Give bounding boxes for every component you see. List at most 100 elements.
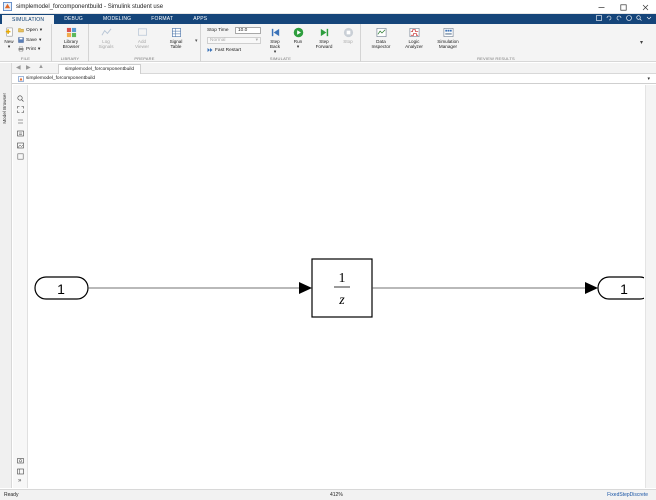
undo-icon[interactable] <box>606 15 612 21</box>
simulate-group-label: SIMULATE <box>269 56 292 61</box>
model-browser-label: Model Browser <box>2 93 7 124</box>
inport-block[interactable]: 1 <box>34 276 89 300</box>
logic-analyzer-button[interactable]: Logic Analyzer <box>402 27 426 49</box>
model-tab[interactable]: simplemodel_forcomponentbuild <box>58 64 142 74</box>
simulation-mode-select[interactable]: Normal ▾ <box>207 37 261 44</box>
open-button[interactable]: Open ▾ <box>18 27 42 33</box>
maximize-button[interactable] <box>612 0 634 14</box>
chevron-down-icon[interactable]: ▾ <box>647 76 650 82</box>
review-results-group-label: REVIEW RESULTS <box>477 56 515 61</box>
log-signals-icon <box>101 28 111 36</box>
close-icon <box>642 4 648 10</box>
signal-table-icon <box>171 28 181 37</box>
stop-icon <box>343 27 353 38</box>
maximize-icon <box>619 3 627 11</box>
tab-apps[interactable]: APPS <box>183 14 217 24</box>
model-browser-strip[interactable]: Model Browser <box>0 63 12 488</box>
signal-line-out[interactable] <box>372 282 598 294</box>
up-arrow-icon[interactable]: ▲ <box>38 64 44 70</box>
stop-time-input[interactable]: 10.0 <box>235 27 261 34</box>
save-button[interactable]: Save ▾ <box>18 37 41 43</box>
solver-link[interactable]: FixedStepDiscrete <box>607 492 648 498</box>
simulate-group: Stop Time 10.0 Normal ▾ Fast Restart Ste… <box>201 24 361 62</box>
ribbon-expand-arrow[interactable]: ▾ <box>640 39 643 46</box>
redo-icon[interactable] <box>616 15 622 21</box>
printer-icon <box>18 46 24 52</box>
tab-simulation[interactable]: SIMULATION <box>2 15 55 24</box>
simulink-app-icon <box>3 2 12 11</box>
library-group-label: LIBRARY <box>60 56 80 61</box>
step-forward-button[interactable]: Step Forward <box>313 27 335 49</box>
new-icon <box>5 27 13 37</box>
data-inspector-button[interactable]: Data Inspector <box>369 27 393 49</box>
prepare-group-label: PREPARE <box>134 56 155 61</box>
block-diagram: 1 1 z 1 <box>34 258 652 318</box>
add-viewer-icon <box>137 28 147 36</box>
unit-delay-numerator: 1 <box>339 271 346 286</box>
step-forward-icon <box>320 28 328 37</box>
minimize-icon <box>598 6 604 8</box>
stop-button[interactable]: Stop <box>340 27 356 44</box>
expand-palette-icon[interactable]: » <box>18 478 21 484</box>
step-back-button[interactable]: Step Back ▾ <box>265 27 285 54</box>
title-bar: simplemodel_forcomponentbuild - Simulink… <box>0 0 656 14</box>
window-controls <box>590 0 656 14</box>
breadcrumb-bar: simplemodel_forcomponentbuild ▾ <box>12 74 656 84</box>
chevron-down-icon: ▾ <box>38 37 42 43</box>
outport-block[interactable]: 1 <box>597 276 652 300</box>
back-arrow-icon[interactable]: ◀ <box>16 64 21 71</box>
tab-format[interactable]: FORMAT <box>141 14 183 24</box>
library-group: Library Browser LIBRARY <box>52 24 89 62</box>
screenshot-icon[interactable] <box>17 457 24 464</box>
fit-to-view-icon[interactable] <box>17 106 24 113</box>
add-viewer-button[interactable]: Add Viewer <box>131 27 153 49</box>
search-icon[interactable] <box>636 15 642 21</box>
fast-restart-icon <box>207 48 213 52</box>
chevron-down-icon: ▾ <box>273 49 277 54</box>
prepare-expand-arrow[interactable]: ▾ <box>195 38 198 44</box>
run-button[interactable]: Run ▾ <box>290 27 306 49</box>
model-canvas[interactable]: 1 1 z 1 <box>29 85 652 488</box>
editor-toolbar: ◀ ▶ ▲ simplemodel_forcomponentbuild <box>12 63 656 74</box>
library-browser-button[interactable]: Library Browser <box>58 27 84 49</box>
signal-table-button[interactable]: Signal Table <box>165 27 187 49</box>
tab-debug[interactable]: DEBUG <box>54 14 93 24</box>
breadcrumb[interactable]: simplemodel_forcomponentbuild <box>18 75 95 83</box>
canvas-palette: » <box>13 85 28 488</box>
fast-restart-button[interactable]: Fast Restart <box>207 47 241 53</box>
review-results-group: Data Inspector Logic Analyzer Simulation… <box>361 24 631 62</box>
signal-line-in[interactable] <box>88 282 312 294</box>
simulation-manager-button[interactable]: Simulation Manager <box>434 27 462 49</box>
image-icon[interactable] <box>17 142 24 149</box>
model-icon <box>18 76 24 82</box>
step-back-icon <box>271 28 279 37</box>
area-icon[interactable] <box>17 153 24 160</box>
run-icon <box>293 27 303 38</box>
vertical-scrollbar[interactable] <box>645 85 656 488</box>
annotation-icon[interactable] <box>17 130 24 137</box>
data-inspector-icon <box>376 28 386 37</box>
stop-time-label: Stop Time <box>207 28 229 33</box>
save-quick-icon[interactable] <box>596 15 602 21</box>
new-button[interactable]: New ▾ <box>3 27 15 49</box>
arrow-direction-icon[interactable] <box>17 118 24 125</box>
quick-access-toolbar <box>596 15 652 21</box>
chevron-down-icon: ▾ <box>39 27 43 33</box>
tab-modeling[interactable]: MODELING <box>93 14 141 24</box>
outport-label: 1 <box>620 281 628 297</box>
zoom-icon[interactable] <box>17 95 24 102</box>
print-button[interactable]: Print ▾ <box>18 46 40 52</box>
close-button[interactable] <box>634 0 656 14</box>
unit-delay-block[interactable]: 1 z <box>311 258 373 318</box>
minimize-button[interactable] <box>590 0 612 14</box>
forward-arrow-icon[interactable]: ▶ <box>26 64 31 71</box>
ribbon: New ▾ Open ▾ Save ▾ Print ▾ FILE Library… <box>0 24 656 62</box>
chevron-down-icon: ▾ <box>7 44 11 49</box>
help-icon[interactable] <box>626 15 632 21</box>
zoom-level: 412% <box>330 492 343 498</box>
folder-icon <box>18 28 24 33</box>
file-group-label: FILE <box>20 56 31 61</box>
hide-panel-icon[interactable] <box>17 468 24 475</box>
chevron-down-icon[interactable] <box>646 15 652 21</box>
log-signals-button[interactable]: Log Signals <box>95 27 117 49</box>
